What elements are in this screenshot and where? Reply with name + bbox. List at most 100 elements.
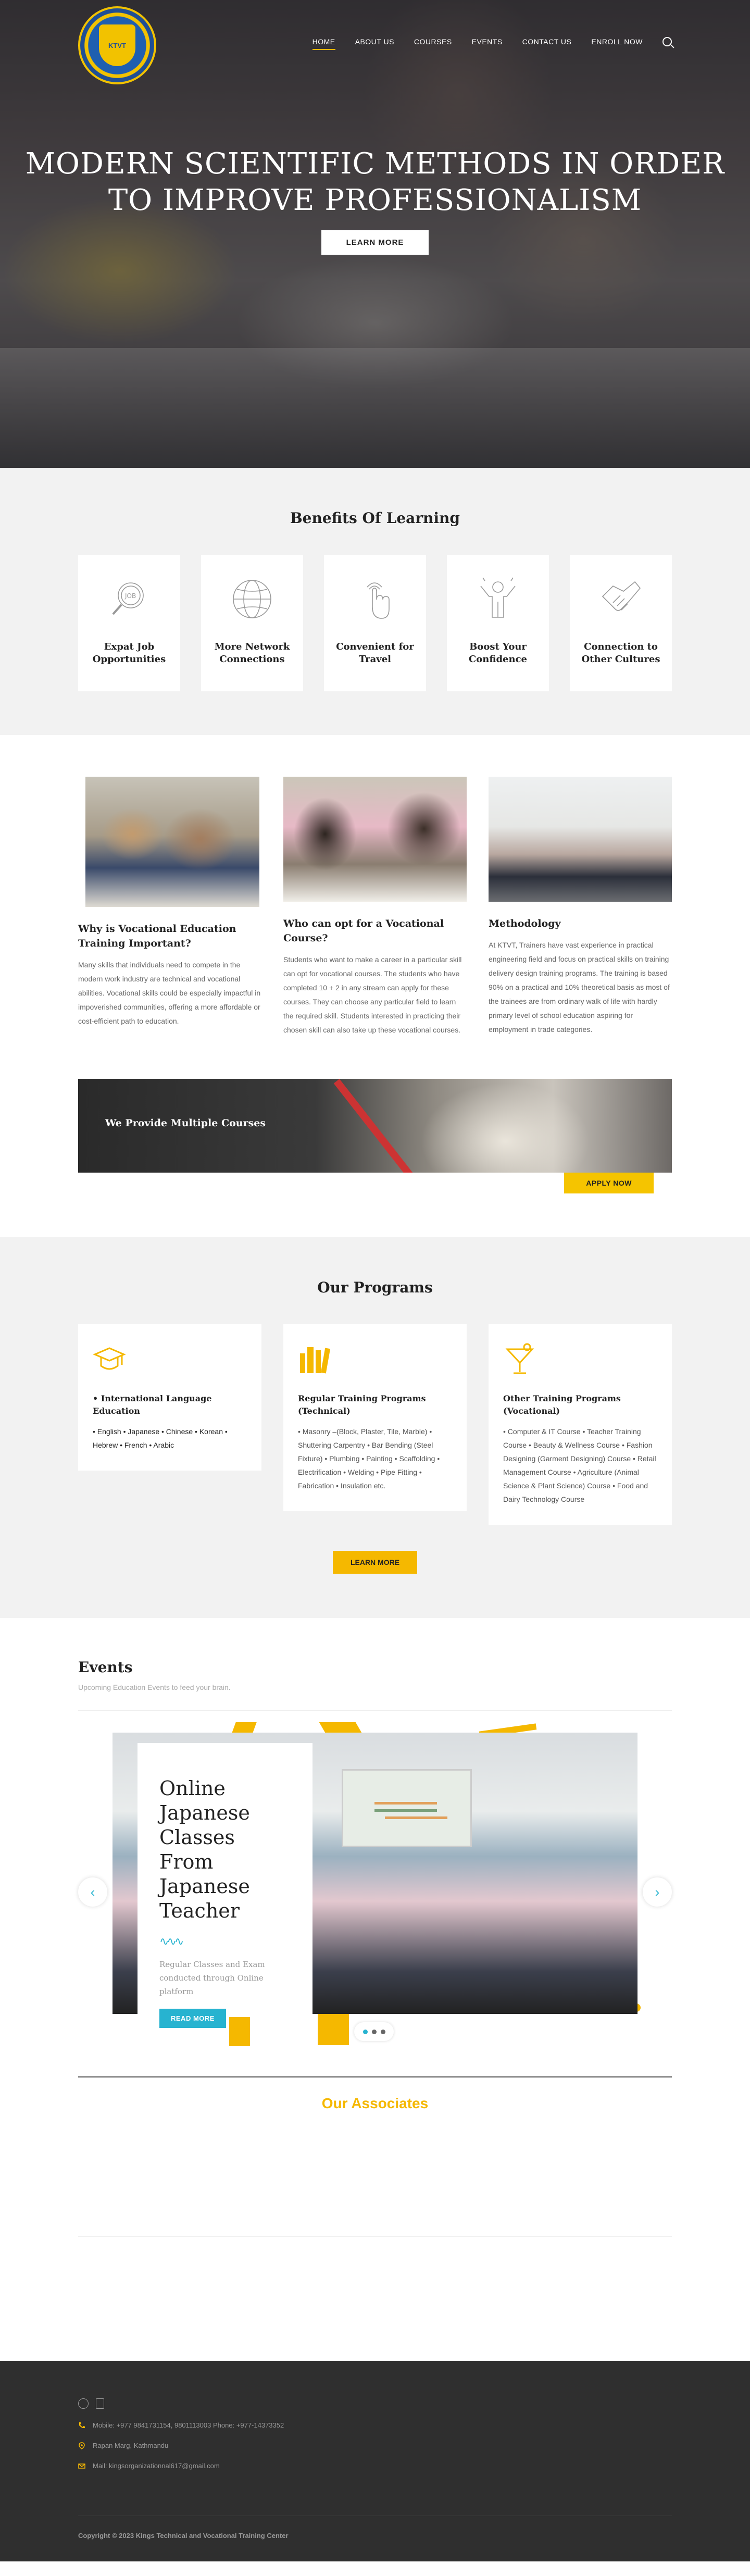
benefit-label: Boost Your Confidence [468,641,528,665]
event-card: Online Japanese Classes From Japanese Te… [138,1743,312,2028]
programs-title: Our Programs [317,1279,433,1296]
footer-mail[interactable]: Mail: kingsorganizationnal617@gmail.com [93,2462,220,2470]
footer-contact-mobile: Mobile: +977 9841731154, 9801113003 Phon… [78,2421,672,2429]
benefit-card: Convenient for Travel [324,555,426,691]
info-text: Many skills that individuals need to com… [78,961,261,1025]
classroom-photo [85,777,259,907]
confidence-person-icon [480,577,516,618]
benefits-title: Benefits Of Learning [290,509,460,527]
decoration-shape [318,2014,349,2045]
hero-learn-more-button[interactable]: LEARN MORE [321,230,429,255]
apply-now-button[interactable]: APPLY NOW [564,1173,654,1193]
program-title: Other Training Programs (Vocational) [503,1393,621,1416]
hero-title-line1: MODERN SCIENTIFIC METHODS IN ORDER [25,147,725,181]
slider-prev-arrow-icon[interactable]: ‹ [78,1877,107,1907]
job-search-icon: JOB [112,582,144,615]
nav-enroll-now[interactable]: ENROLL NOW [591,38,643,50]
benefit-card: More Network Connections [201,555,303,691]
nav-courses[interactable]: COURSES [414,38,452,50]
divider [78,2076,672,2077]
document-icon[interactable] [96,2398,104,2409]
banner-label: We Provide Multiple Courses [105,1117,266,1129]
nav-contact-us[interactable]: CONTACT US [522,38,572,50]
info-title: Why is Vocational Education Training Imp… [78,923,236,949]
program-title: Regular Training Programs (Technical) [298,1393,426,1416]
benefit-card: JOB Expat Job Opportunities [78,555,180,691]
cocktail-glass-icon [505,1343,534,1374]
exam-hall-photo [489,777,672,902]
location-pin-icon [79,2442,85,2449]
events-slider: Online Japanese Classes From Japanese Te… [78,1722,672,2076]
event-title: Online Japanese Classes From Japanese Te… [159,1777,250,1922]
divider [78,1710,672,1711]
events-title: Events [78,1659,133,1676]
nav-about-us[interactable]: ABOUT US [355,38,394,50]
nav-events[interactable]: EVENTS [472,38,503,50]
slider-dot[interactable] [380,2029,385,2034]
events-subtitle: Upcoming Education Events to feed your b… [78,1683,231,1691]
hero-title-line2: TO IMPROVE PROFESSIONALISM [108,183,642,217]
program-card: Other Training Programs (Vocational) • C… [489,1324,672,1525]
event-description: Regular Classes and Exam conducted throu… [159,1960,265,1996]
site-footer: Mobile: +977 9841731154, 9801113003 Phon… [0,2361,750,2561]
benefits-section: Benefits Of Learning JOB Expat Job Opport… [0,468,750,735]
benefit-label: Convenient for Travel [336,641,414,665]
search-icon[interactable] [662,37,672,46]
footer-social [78,2398,672,2409]
info-column: Why is Vocational Education Training Imp… [78,777,261,1037]
logo-emblem: KTVT [99,24,135,66]
info-text: At KTVT, Trainers have vast experience i… [489,941,670,1034]
footer-mobile: Mobile: +977 9841731154, 9801113003 Phon… [93,2421,284,2429]
slider-pagination [354,2022,394,2041]
benefit-card: Connection to Other Cultures [570,555,672,691]
program-card: Regular Training Programs (Technical) • … [283,1324,467,1511]
facebook-icon[interactable] [78,2398,89,2409]
benefit-label: More Network Connections [214,641,290,665]
program-text: • Computer & IT Course • Teacher Trainin… [503,1427,656,1503]
courses-banner: We Provide Multiple Courses [78,1079,672,1173]
books-icon [300,1347,331,1374]
info-text: Students who want to make a career in a … [283,955,462,1034]
benefit-label: Expat Job Opportunities [92,641,166,665]
slider-dot[interactable] [362,2029,368,2034]
benefits-cards: JOB Expat Job Opportunities More Network C… [78,555,672,691]
svg-text:JOB: JOB [124,592,136,600]
handshake-icon [602,581,641,611]
site-logo[interactable]: KTVT [78,6,156,84]
courses-banner-section: We Provide Multiple Courses APPLY NOW [0,1037,750,1193]
hero-content: MODERN SCIENTIFIC METHODS IN ORDER TO IM… [0,146,750,255]
footer-contact-address: Rapan Marg, Kathmandu [78,2442,672,2449]
associates-section: Our Associates [0,2076,750,2237]
info-title: Who can opt for a Vocational Course? [283,918,444,944]
footer-contact-mail: Mail: kingsorganizationnal617@gmail.com [78,2462,672,2470]
mail-icon [78,2463,85,2469]
globe-network-icon [233,580,271,618]
benefit-card: Boost Your Confidence [447,555,549,691]
slider-dot[interactable] [371,2029,377,2034]
slider-next-arrow-icon[interactable]: › [643,1877,672,1907]
phone-icon [79,2422,85,2428]
nav-home[interactable]: HOME [312,38,335,50]
benefit-label: Connection to Other Cultures [581,641,660,665]
top-navigation: KTVT HOME ABOUT US COURSES EVENTS CONTAC… [0,0,750,89]
read-more-button[interactable]: READ MORE [159,2009,226,2028]
info-column: Methodology At KTVT, Trainers have vast … [489,777,672,1037]
pen-image [333,1079,414,1173]
program-text: • English • Japanese • Chinese • Korean … [93,1427,228,1449]
associates-logos [78,2112,672,2237]
wave-divider-icon: ∿∿∿ [159,1935,184,1948]
touch-hand-icon [367,582,390,619]
program-cards: • International Language Education • Eng… [78,1324,672,1525]
hero-section: KTVT HOME ABOUT US COURSES EVENTS CONTAC… [0,0,750,468]
hero-title: MODERN SCIENTIFIC METHODS IN ORDER TO IM… [0,146,750,219]
graduation-cap-icon [93,1347,126,1370]
program-text: • Masonry –(Block, Plaster, Tile, Marble… [298,1427,440,1490]
programs-learn-more-button[interactable]: LEARN MORE [332,1551,418,1574]
main-menu: HOME ABOUT US COURSES EVENTS CONTACT US … [312,37,672,50]
footer-address: Rapan Marg, Kathmandu [93,2442,169,2449]
events-section: Events Upcoming Education Events to feed… [0,1618,750,2076]
program-title: • International Language Education [93,1393,212,1416]
program-card: • International Language Education • Eng… [78,1324,261,1471]
programs-cta: LEARN MORE [78,1525,672,1574]
students-photo [283,777,467,902]
